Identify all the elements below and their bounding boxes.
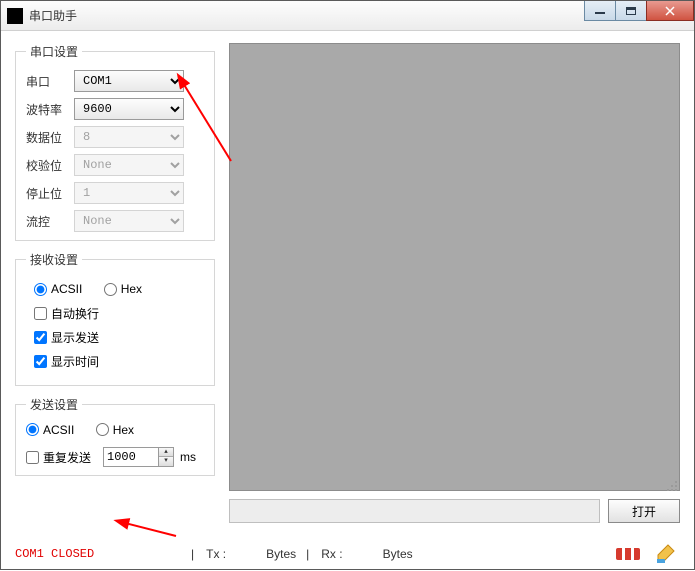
window-title: 串口助手 xyxy=(29,7,77,24)
spin-up-icon[interactable]: ▴ xyxy=(159,448,173,457)
send-hex-radio[interactable]: Hex xyxy=(96,423,134,437)
autowrap-checkbox[interactable]: 自动换行 xyxy=(34,305,99,322)
interval-unit: ms xyxy=(180,450,196,464)
port-label: 串口 xyxy=(26,73,68,90)
window-controls xyxy=(585,1,694,21)
clear-icon[interactable] xyxy=(652,543,680,565)
parity-select[interactable]: None xyxy=(74,154,184,176)
tx-label: Tx : xyxy=(206,547,226,561)
send-settings-legend: 发送设置 xyxy=(26,396,82,413)
rx-unit: Bytes xyxy=(383,547,413,561)
receive-settings-group: 接收设置 ACSII Hex 自动换行 显示发送 显示时间 xyxy=(15,251,215,386)
open-button[interactable]: 打开 xyxy=(608,499,680,523)
close-icon xyxy=(665,6,675,16)
flow-label: 流控 xyxy=(26,213,68,230)
receive-settings-legend: 接收设置 xyxy=(26,251,82,268)
stopbits-select[interactable]: 1 xyxy=(74,182,184,204)
send-input[interactable] xyxy=(229,499,600,523)
spin-down-icon[interactable]: ▾ xyxy=(159,457,173,466)
baud-label: 波特率 xyxy=(26,101,68,118)
recv-hex-radio[interactable]: Hex xyxy=(104,282,142,296)
recv-ascii-radio[interactable]: ACSII xyxy=(34,282,82,296)
rx-label: Rx : xyxy=(321,547,342,561)
baud-select[interactable]: 9600 xyxy=(74,98,184,120)
port-select[interactable]: COM1 xyxy=(74,70,184,92)
resize-grip-icon[interactable] xyxy=(665,479,677,491)
stopbits-label: 停止位 xyxy=(26,185,68,202)
send-ascii-radio[interactable]: ACSII xyxy=(26,423,74,437)
serial-settings-group: 串口设置 串口 COM1 波特率 9600 数据位 8 校验位 None 停止位… xyxy=(15,43,215,241)
send-settings-group: 发送设置 ACSII Hex 重复发送 ▴▾ ms xyxy=(15,396,215,477)
databits-select[interactable]: 8 xyxy=(74,126,184,148)
serial-settings-legend: 串口设置 xyxy=(26,43,82,60)
showtime-checkbox[interactable]: 显示时间 xyxy=(34,353,99,370)
app-icon xyxy=(7,8,23,24)
databits-label: 数据位 xyxy=(26,129,68,146)
title-bar: 串口助手 xyxy=(1,1,694,31)
close-button[interactable] xyxy=(646,1,694,21)
port-status: COM1 CLOSED xyxy=(15,547,185,561)
interval-input[interactable] xyxy=(103,447,159,467)
flow-select[interactable]: None xyxy=(74,210,184,232)
interval-spinner[interactable]: ▴▾ xyxy=(103,447,174,467)
parity-label: 校验位 xyxy=(26,157,68,174)
tx-unit: Bytes xyxy=(266,547,296,561)
maximize-button[interactable] xyxy=(615,1,647,21)
showsend-checkbox[interactable]: 显示发送 xyxy=(34,329,99,346)
receive-display[interactable] xyxy=(229,43,680,491)
minimize-button[interactable] xyxy=(584,1,616,21)
connection-icon[interactable] xyxy=(614,543,642,565)
repeat-send-checkbox[interactable]: 重复发送 xyxy=(26,449,91,466)
status-bar: COM1 CLOSED | Tx : Bytes | Rx : Bytes xyxy=(1,539,694,569)
